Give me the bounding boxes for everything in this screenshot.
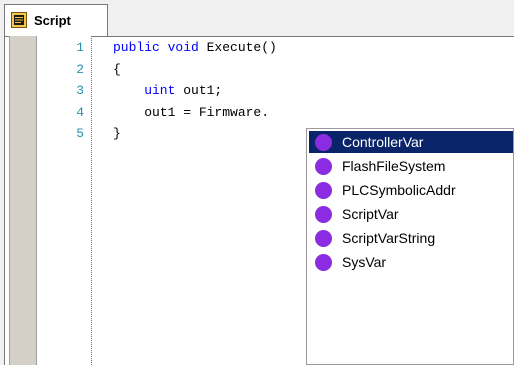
code-line[interactable]: }: [113, 125, 121, 143]
member-dot-icon: [315, 182, 332, 199]
member-dot-icon: [315, 254, 332, 271]
gutter-divider: [91, 36, 92, 365]
autocomplete-item[interactable]: ScriptVar: [309, 203, 513, 225]
code-line[interactable]: uint out1;: [113, 82, 222, 100]
code-token: {: [113, 61, 121, 77]
member-dot-icon: [315, 158, 332, 175]
code-token: out1 = Firmware.: [113, 104, 270, 120]
autocomplete-item-label: ControllerVar: [342, 134, 424, 150]
line-number: 4: [76, 104, 84, 120]
autocomplete-item[interactable]: PLCSymbolicAddr: [309, 179, 513, 201]
autocomplete-popup[interactable]: ControllerVar FlashFileSystem PLCSymbolicA…: [306, 128, 514, 365]
member-dot-icon: [315, 230, 332, 247]
code-line[interactable]: public void Execute(): [113, 39, 277, 57]
line-number: 3: [76, 83, 84, 98]
code-keyword: uint: [113, 83, 184, 98]
autocomplete-item[interactable]: ScriptVarString: [309, 227, 513, 249]
autocomplete-item-label: ScriptVarString: [342, 230, 436, 246]
autocomplete-item-label: FlashFileSystem: [342, 158, 446, 174]
code-line[interactable]: {: [113, 61, 121, 79]
line-number: 2: [76, 61, 84, 77]
autocomplete-item-label: PLCSymbolicAddr: [342, 182, 456, 198]
autocomplete-item[interactable]: FlashFileSystem: [309, 155, 513, 177]
tab-strip: Script: [0, 0, 514, 36]
script-document-icon: [11, 12, 27, 28]
code-keyword: public void: [113, 40, 207, 55]
line-number: 1: [76, 40, 84, 55]
autocomplete-item[interactable]: ControllerVar: [309, 131, 513, 153]
code-token: Execute(): [206, 40, 277, 55]
member-dot-icon: [315, 206, 332, 223]
tab-script[interactable]: Script: [4, 4, 108, 36]
autocomplete-item-label: ScriptVar: [342, 206, 399, 222]
member-dot-icon: [315, 134, 332, 151]
autocomplete-item-label: SysVar: [342, 254, 387, 270]
script-editor-window: Script 1 2 3 4 5 public void Execute() { uint…: [0, 0, 514, 365]
tab-script-label: Script: [34, 13, 71, 28]
code-token: }: [113, 126, 121, 141]
code-line[interactable]: out1 = Firmware.: [113, 104, 269, 122]
code-token: out1;: [183, 83, 223, 98]
autocomplete-item[interactable]: SysVar: [309, 251, 513, 273]
breakpoint-margin[interactable]: [9, 36, 37, 365]
line-number: 5: [76, 126, 84, 141]
